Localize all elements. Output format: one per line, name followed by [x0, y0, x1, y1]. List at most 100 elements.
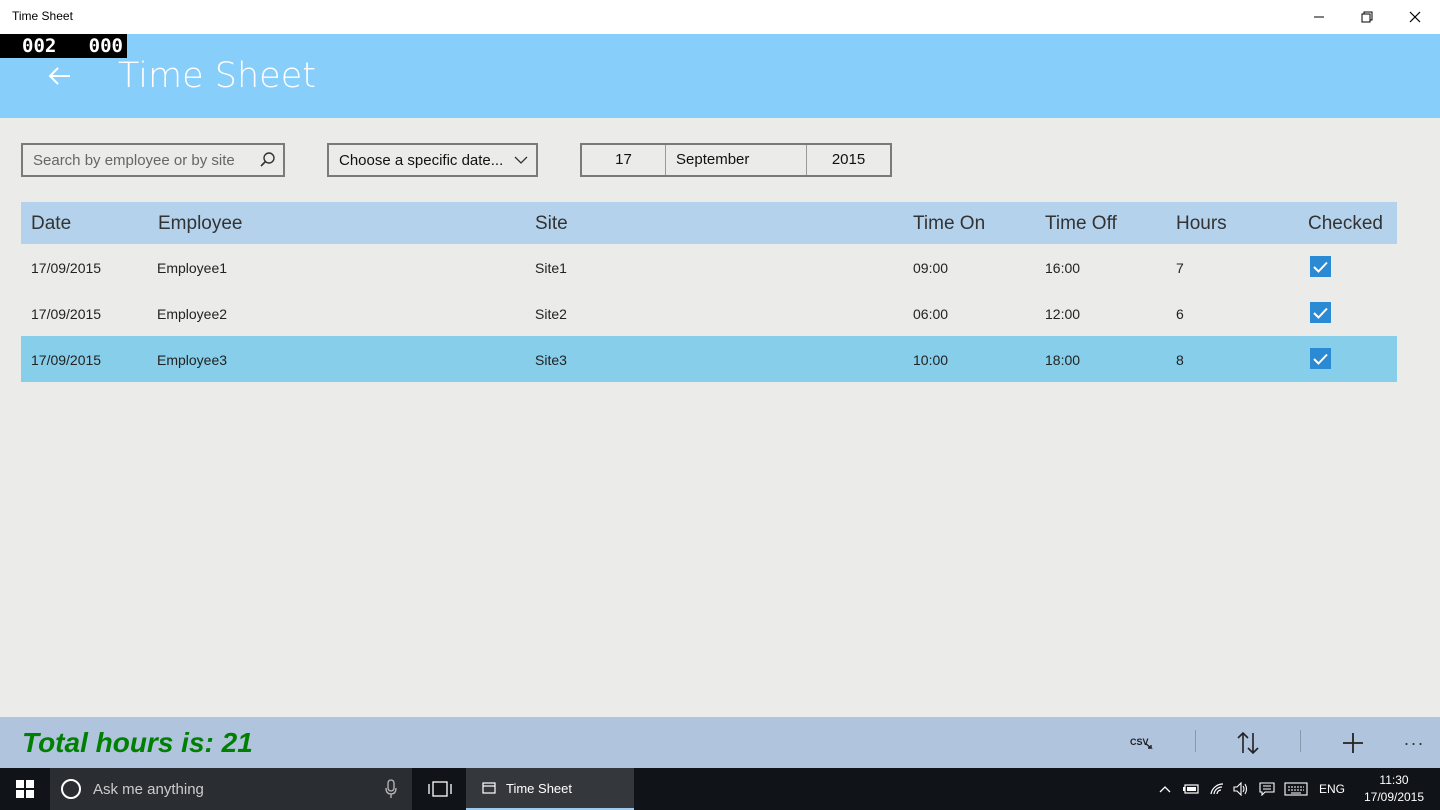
back-button[interactable]: [40, 56, 80, 96]
checked-checkbox[interactable]: [1310, 256, 1331, 277]
column-header-date[interactable]: Date: [31, 213, 71, 235]
column-header-time-on[interactable]: Time On: [913, 213, 985, 235]
csv-icon-text: CSV: [1130, 737, 1149, 747]
frame-counter-left: 002: [22, 35, 57, 57]
checkmark-icon: [1313, 307, 1328, 319]
checked-checkbox[interactable]: [1310, 348, 1331, 369]
search-box[interactable]: [21, 143, 285, 177]
taskbar-app-label: Time Sheet: [506, 781, 572, 796]
wifi-icon: [1210, 783, 1224, 795]
minimize-button[interactable]: [1296, 0, 1342, 34]
cell-time-on: 09:00: [913, 260, 949, 276]
cell-hours: 8: [1176, 352, 1184, 368]
export-csv-button[interactable]: CSV: [1122, 725, 1162, 761]
csv-export-icon: CSV: [1130, 737, 1153, 749]
column-header-hours[interactable]: Hours: [1176, 213, 1227, 235]
touch-keyboard-button[interactable]: [1282, 768, 1310, 810]
microphone-icon[interactable]: [384, 779, 398, 799]
table-row[interactable]: 17/09/2015 Employee1 Site1 09:00 16:00 7: [21, 244, 1397, 290]
clock-time: 11:30: [1379, 773, 1409, 787]
cell-employee: Employee3: [157, 352, 228, 368]
bottom-app-bar: Total hours is: 21 CSV ···: [0, 717, 1440, 768]
cell-site: Site2: [535, 306, 567, 322]
battery-button[interactable]: [1180, 768, 1202, 810]
cell-site: Site1: [535, 260, 567, 276]
timesheet-table: Date Employee Site Time On Time Off Hour…: [21, 202, 1397, 382]
close-button[interactable]: [1392, 0, 1438, 34]
table-header: Date Employee Site Time On Time Off Hour…: [21, 202, 1397, 244]
date-filter-dropdown[interactable]: Choose a specific date...: [327, 143, 538, 177]
cell-date: 17/09/2015: [31, 260, 102, 276]
date-filter-selected: Choose a specific date...: [339, 152, 504, 169]
column-header-site[interactable]: Site: [535, 213, 568, 235]
app-window-icon: [482, 782, 496, 794]
task-view-icon: [428, 781, 452, 797]
task-view-button[interactable]: [420, 768, 460, 810]
action-center-button[interactable]: [1256, 768, 1278, 810]
date-picker[interactable]: 17 September 2015: [580, 143, 892, 177]
table-row[interactable]: 17/09/2015 Employee2 Site2 06:00 12:00 6: [21, 290, 1397, 336]
checked-checkbox[interactable]: [1310, 302, 1331, 323]
more-options-button[interactable]: ···: [1394, 725, 1434, 761]
appbar-separator: [1300, 730, 1301, 752]
search-icon[interactable]: [259, 151, 277, 169]
taskbar-clock[interactable]: 11:30 17/09/2015: [1354, 772, 1434, 806]
volume-button[interactable]: [1230, 768, 1252, 810]
column-header-time-off[interactable]: Time Off: [1045, 213, 1117, 235]
keyboard-icon: [1284, 782, 1308, 796]
checkmark-icon: [1313, 353, 1328, 365]
column-header-employee[interactable]: Employee: [158, 213, 243, 235]
restore-icon: [1361, 11, 1373, 23]
chevron-down-icon: [514, 156, 528, 164]
restore-button[interactable]: [1344, 0, 1390, 34]
date-picker-day[interactable]: 17: [582, 145, 666, 175]
cell-employee: Employee2: [157, 306, 228, 322]
frame-counter-right: 000: [88, 35, 123, 57]
input-language[interactable]: ENG: [1316, 768, 1348, 810]
add-entry-button[interactable]: [1333, 725, 1373, 761]
date-picker-month[interactable]: September: [666, 145, 807, 175]
cell-time-off: 18:00: [1045, 352, 1081, 368]
windows-logo-icon: [16, 780, 34, 798]
window-title-bar: Time Sheet: [0, 0, 1440, 34]
cortana-search-box[interactable]: Ask me anything: [50, 768, 412, 810]
cell-time-on: 06:00: [913, 306, 949, 322]
taskbar-app-time-sheet[interactable]: Time Sheet: [466, 768, 634, 810]
cell-date: 17/09/2015: [31, 306, 102, 322]
date-picker-year[interactable]: 2015: [807, 145, 890, 175]
page-title: Time Sheet: [118, 56, 316, 96]
cortana-placeholder: Ask me anything: [93, 781, 204, 798]
notification-icon: [1259, 782, 1275, 796]
cell-time-off: 16:00: [1045, 260, 1081, 276]
appbar-separator: [1195, 730, 1196, 752]
chevron-up-icon: [1159, 786, 1171, 793]
column-header-checked[interactable]: Checked: [1308, 213, 1383, 235]
search-input[interactable]: [23, 145, 243, 175]
cortana-icon: [61, 779, 81, 799]
cell-site: Site3: [535, 352, 567, 368]
page-header: 002 000 Time Sheet: [0, 34, 1440, 118]
back-arrow-icon: [48, 67, 70, 85]
total-hours-label: Total hours is: 21: [22, 727, 253, 758]
cell-time-on: 10:00: [913, 352, 949, 368]
battery-icon: [1183, 784, 1199, 794]
cell-hours: 7: [1176, 260, 1184, 276]
sort-button[interactable]: [1228, 725, 1268, 761]
window-title: Time Sheet: [12, 9, 73, 23]
start-button[interactable]: [0, 768, 50, 810]
cell-time-off: 12:00: [1045, 306, 1081, 322]
cell-hours: 6: [1176, 306, 1184, 322]
sort-icon: [1237, 731, 1259, 755]
network-button[interactable]: [1206, 768, 1228, 810]
plus-icon: [1343, 733, 1363, 753]
cell-date: 17/09/2015: [31, 352, 102, 368]
frame-counter: 002 000: [0, 34, 127, 58]
cell-employee: Employee1: [157, 260, 228, 276]
checkmark-icon: [1313, 261, 1328, 273]
speaker-icon: [1233, 782, 1248, 796]
show-hidden-icons-button[interactable]: [1154, 768, 1176, 810]
table-row-selected[interactable]: 17/09/2015 Employee3 Site3 10:00 18:00 8: [21, 336, 1397, 382]
windows-taskbar: Ask me anything Time Sheet ENG 11:30 17/…: [0, 768, 1440, 810]
clock-date: 17/09/2015: [1363, 790, 1425, 804]
minimize-icon: [1314, 16, 1324, 18]
